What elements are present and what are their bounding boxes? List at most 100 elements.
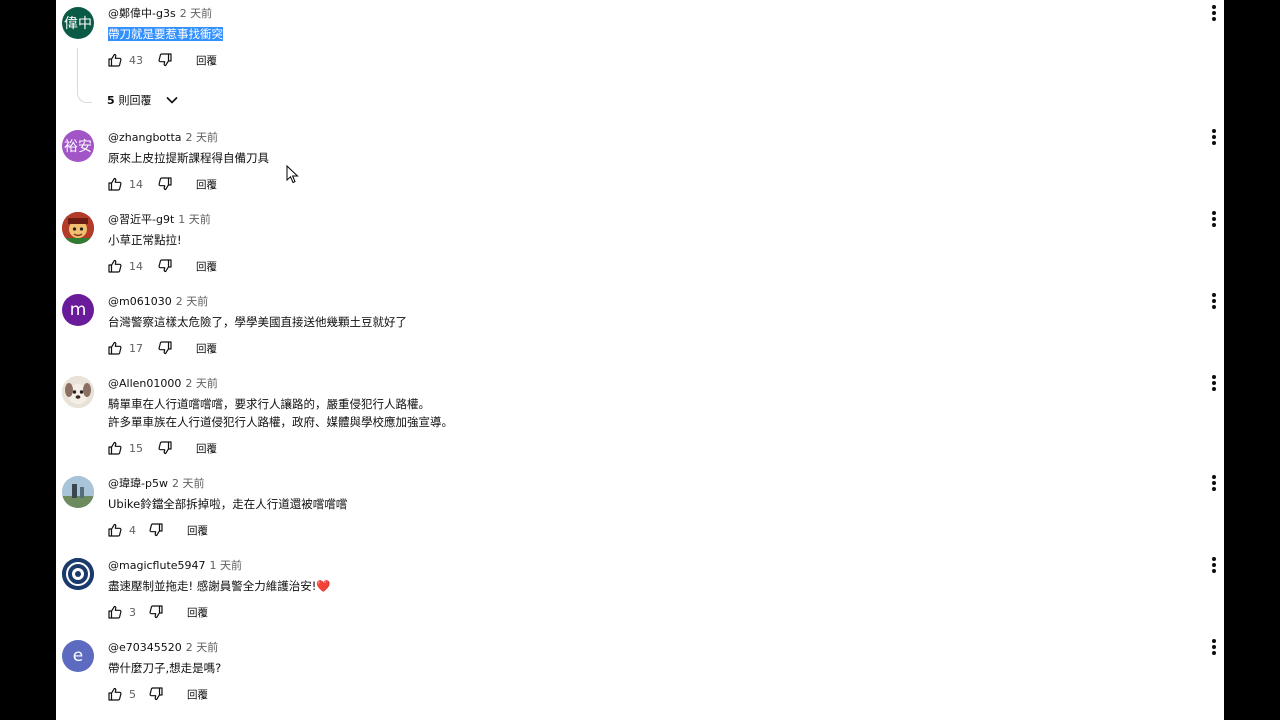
comment-text-line: 騎單車在人行道嚐嚐嚐，要求行人讓路的，嚴重侵犯行人路權。 [108,397,430,411]
like-count: 4 [129,523,136,537]
comment-author[interactable]: @e70345520 [108,641,182,654]
thumbs-up-icon[interactable] [107,522,123,538]
thumbs-up-icon[interactable] [107,52,123,68]
comment-time[interactable]: 1 天前 [178,213,211,226]
comment-actions: 15 回覆 [107,440,217,456]
like-count: 15 [129,441,143,455]
comment-item: @瑋瑋-p5w 2 天前 Ubike鈴鐺全部拆掉啦，走在人行道還被嚐嚐嚐 4 回覆 [56,474,1224,546]
comment-text-line: 原來上皮拉提斯課程得自備刀具 [108,151,269,165]
comment-text-line: 帶刀就是要惹事找衝突 [108,27,223,41]
avatar[interactable] [62,476,94,508]
reply-button[interactable]: 回覆 [196,441,217,456]
comment-actions: 43 回覆 [107,52,217,68]
comment-meta: @鄭偉中-g3s 2 天前 [108,7,212,21]
comment-meta: @習近平-g9t 1 天前 [108,213,211,227]
comment-text: Ubike鈴鐺全部拆掉啦，走在人行道還被嚐嚐嚐 [108,495,347,513]
avatar-initials: 偉中 [64,16,92,32]
thumbs-down-icon[interactable] [157,258,173,274]
reply-button[interactable]: 回覆 [187,523,208,538]
thumbs-up-icon[interactable] [107,604,123,620]
comment-author[interactable]: @Allen01000 [108,377,181,390]
avatar-letter: m [69,300,87,320]
avatar-letter: e [72,646,84,666]
avatar[interactable]: 偉中 [62,7,94,39]
comment-text-line: 盡速壓制並拖走! 感謝員警全力維護治安! [108,579,317,593]
view-replies-button[interactable]: 5 則回覆 [107,92,180,108]
more-options-icon[interactable] [1209,292,1219,310]
thumbs-down-icon[interactable] [148,686,164,702]
reply-button[interactable]: 回覆 [187,605,208,620]
comment-text-line: 許多單車族在人行道侵犯行人路權，政府、媒體與學校應加強宣導。 [108,415,453,429]
comment-actions: 3 回覆 [107,604,208,620]
comment-meta: @zhangbotta 2 天前 [108,131,218,145]
thumbs-down-icon[interactable] [157,440,173,456]
thumbs-down-icon[interactable] [157,340,173,356]
comment-text: 小草正常點拉! [108,231,182,249]
comment-time[interactable]: 2 天前 [185,377,218,390]
avatar[interactable]: m [62,294,94,326]
comment-author[interactable]: @magicflute5947 [108,559,206,572]
replies-label: 則回覆 [118,94,152,107]
comment-time[interactable]: 2 天前 [176,295,209,308]
comment-text: 盡速壓制並拖走! 感謝員警全力維護治安!❤️ [108,577,331,595]
landscape-icon [62,476,94,508]
like-count: 14 [129,259,143,273]
more-options-icon[interactable] [1209,556,1219,574]
more-options-icon[interactable] [1209,474,1219,492]
reply-button[interactable]: 回覆 [196,177,217,192]
comment-author[interactable]: @m061030 [108,295,172,308]
like-count: 14 [129,177,143,191]
avatar-initials: 裕安 [64,139,92,155]
heart-emoji: ❤️ [316,579,331,593]
comment-actions: 4 回覆 [107,522,208,538]
avatar[interactable]: e [62,640,94,672]
avatar[interactable] [62,558,94,590]
comment-text: 帶刀就是要惹事找衝突 [108,25,223,43]
comment-author[interactable]: @zhangbotta [108,131,182,144]
comment-item: @Allen01000 2 天前 騎單車在人行道嚐嚐嚐，要求行人讓路的，嚴重侵犯行… [56,374,1224,464]
more-options-icon[interactable] [1209,638,1219,656]
thumbs-down-icon[interactable] [148,604,164,620]
thumbs-up-icon[interactable] [107,440,123,456]
avatar[interactable]: 裕安 [62,130,94,162]
mouse-cursor-icon [286,165,299,184]
reply-button[interactable]: 回覆 [196,53,217,68]
cartoon-character-icon [62,212,94,244]
thumbs-up-icon[interactable] [107,686,123,702]
comment-text: 騎單車在人行道嚐嚐嚐，要求行人讓路的，嚴重侵犯行人路權。 許多單車族在人行道侵犯… [108,395,453,431]
comment-author[interactable]: @瑋瑋-p5w [108,477,168,490]
comment-item: 偉中 @鄭偉中-g3s 2 天前 帶刀就是要惹事找衝突 43 回覆 5 則回覆 [56,4,1224,116]
thumbs-down-icon[interactable] [157,176,173,192]
reply-button[interactable]: 回覆 [196,341,217,356]
comment-meta: @magicflute5947 1 天前 [108,559,242,573]
more-options-icon[interactable] [1209,4,1219,22]
comment-text-line: 小草正常點拉! [108,233,182,247]
thumbs-up-icon[interactable] [107,340,123,356]
comment-time[interactable]: 2 天前 [186,131,219,144]
comment-text-line: 帶什麼刀子,想走是嗎? [108,661,222,675]
thumbs-up-icon[interactable] [107,176,123,192]
avatar[interactable] [62,376,94,408]
more-options-icon[interactable] [1209,210,1219,228]
reply-button[interactable]: 回覆 [196,259,217,274]
avatar[interactable] [62,212,94,244]
comment-author[interactable]: @習近平-g9t [108,213,174,226]
more-options-icon[interactable] [1209,128,1219,146]
comment-text: 帶什麼刀子,想走是嗎? [108,659,221,677]
comment-actions: 17 回覆 [107,340,217,356]
thumbs-down-icon[interactable] [148,522,164,538]
reply-button[interactable]: 回覆 [187,687,208,702]
like-count: 5 [129,687,136,701]
comment-author[interactable]: @鄭偉中-g3s [108,7,176,20]
comment-item: e @e70345520 2 天前 帶什麼刀子,想走是嗎? 5 回覆 [56,638,1224,710]
comment-time[interactable]: 2 天前 [180,7,213,20]
thumbs-down-icon[interactable] [157,52,173,68]
thumbs-up-icon[interactable] [107,258,123,274]
comment-text-line: Ubike鈴鐺全部拆掉啦，走在人行道還被嚐嚐嚐 [108,497,348,511]
comment-time[interactable]: 1 天前 [210,559,243,572]
dog-icon [62,376,94,408]
more-options-icon[interactable] [1209,374,1219,392]
comment-time[interactable]: 2 天前 [172,477,205,490]
comment-actions: 5 回覆 [107,686,208,702]
comment-time[interactable]: 2 天前 [186,641,219,654]
